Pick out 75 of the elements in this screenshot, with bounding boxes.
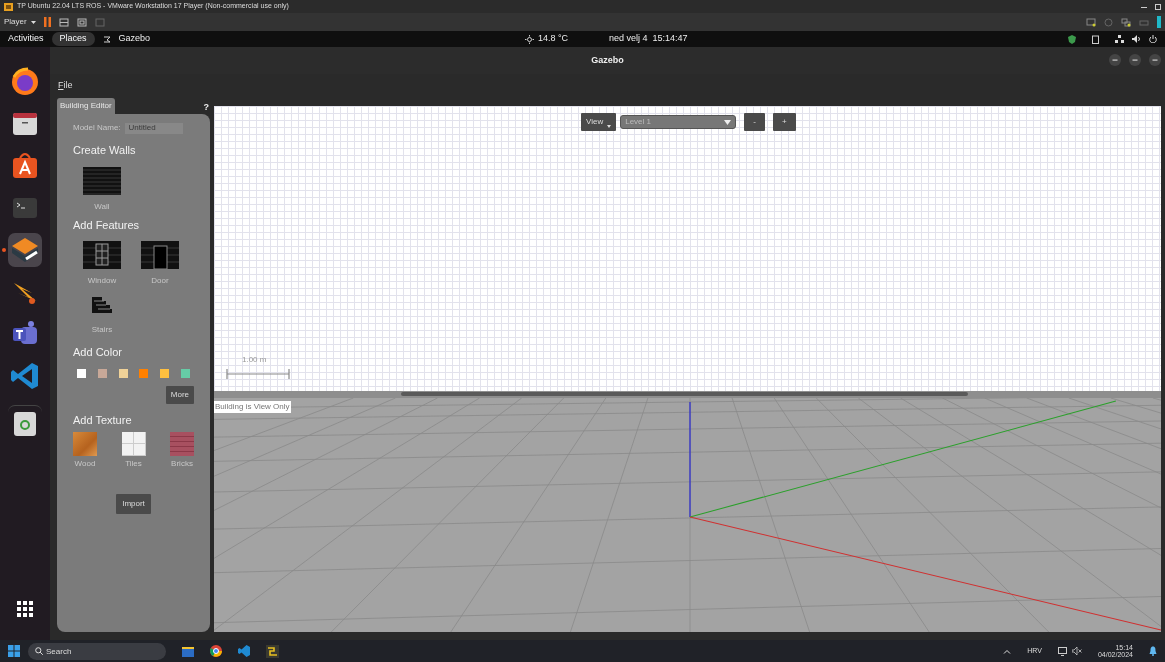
power-icon[interactable] — [1149, 35, 1157, 43]
color-swatch[interactable] — [118, 368, 128, 378]
minimize-icon[interactable] — [1109, 54, 1121, 66]
removable-device-icon[interactable] — [1086, 17, 1096, 27]
tool-label: Window — [87, 275, 117, 287]
color-swatch[interactable] — [139, 368, 149, 378]
devices-icon[interactable] — [58, 17, 69, 27]
section-heading: Add Color — [73, 345, 123, 360]
browser-icon[interactable] — [210, 645, 222, 657]
menu-item[interactable]: File — [58, 79, 73, 93]
color-swatch[interactable] — [181, 368, 190, 378]
wood-texture-swatch[interactable] — [73, 432, 97, 456]
network-adapter-icon[interactable] — [1121, 17, 1131, 27]
section-heading: Create Walls — [73, 143, 137, 158]
section-heading: Add Features — [73, 217, 141, 233]
caret-icon — [30, 20, 36, 24]
tool-label: Stairs — [91, 324, 113, 336]
section-heading: Add Texture — [73, 412, 133, 428]
search-field[interactable]: Search — [28, 642, 166, 660]
help-button[interactable]: ? — [203, 100, 209, 114]
speaker-muted-icon[interactable] — [1071, 646, 1082, 655]
chevron-up-icon[interactable] — [1003, 648, 1012, 654]
volume-icon[interactable] — [1132, 35, 1141, 43]
tool-label: Door — [151, 275, 169, 287]
texture-label: Tiles — [125, 458, 142, 470]
sun-icon — [525, 34, 534, 44]
code-editor-icon[interactable] — [238, 645, 250, 657]
scale-bar — [226, 368, 290, 380]
vmware-logo-icon[interactable] — [266, 644, 279, 658]
pause-icon[interactable] — [43, 17, 51, 27]
maximize-icon[interactable] — [1155, 3, 1161, 10]
caret-icon — [607, 125, 612, 128]
tile-texture-swatch[interactable] — [121, 432, 146, 456]
window-title: Gazebo — [591, 53, 624, 67]
brick-texture-swatch[interactable] — [170, 432, 194, 456]
more-button[interactable]: More — [165, 385, 194, 404]
caret-icon — [724, 119, 732, 125]
window-icon[interactable] — [83, 241, 121, 269]
color-swatch[interactable] — [160, 368, 170, 378]
panel-tab[interactable]: Building Editor — [57, 98, 115, 114]
zoom-in-button[interactable]: + — [772, 113, 796, 131]
app-menu-label[interactable]: Gazebo — [118, 32, 151, 46]
maximize-icon[interactable] — [1129, 54, 1141, 66]
gazebo-app-icon — [102, 35, 111, 43]
scrollbar-thumb[interactable] — [401, 392, 968, 396]
scale-label: 1.00 m — [242, 354, 267, 366]
start-icon[interactable] — [8, 645, 20, 657]
network-icon[interactable] — [1115, 35, 1124, 43]
zoom-out-button[interactable]: - — [744, 113, 765, 131]
activities-button[interactable]: Activities — [8, 32, 44, 46]
color-swatch[interactable] — [97, 368, 107, 378]
bell-icon[interactable] — [1149, 646, 1157, 656]
search-icon — [35, 647, 43, 655]
texture-label: Wood — [74, 458, 96, 470]
close-icon[interactable] — [1149, 54, 1161, 66]
brick-wall-icon[interactable] — [83, 166, 121, 195]
shield-icon[interactable] — [1068, 34, 1076, 44]
folder-icon[interactable] — [182, 645, 194, 657]
clipboard-icon[interactable] — [1092, 34, 1099, 44]
places-menu[interactable]: Places — [51, 32, 95, 46]
view-dropdown[interactable]: View — [581, 113, 617, 131]
clock[interactable]: ned velj 4 15:14:47 — [609, 32, 688, 46]
import-button[interactable]: Import — [116, 494, 151, 514]
view-only-notice: Building is View Only — [214, 401, 291, 413]
texture-label: Bricks — [171, 458, 193, 470]
field-label: Model Name: — [73, 122, 121, 134]
tool-label: Wall — [94, 200, 110, 213]
vmware-logo-icon — [4, 2, 13, 11]
fullscreen-icon[interactable] — [76, 17, 87, 27]
player-menu[interactable]: Player — [4, 16, 36, 28]
stairs-icon[interactable] — [91, 296, 113, 314]
weather-reading[interactable]: 14.8 °C — [538, 32, 569, 46]
running-indicator — [2, 248, 6, 252]
color-swatch[interactable] — [77, 368, 86, 378]
monitor-icon[interactable] — [1057, 646, 1068, 656]
